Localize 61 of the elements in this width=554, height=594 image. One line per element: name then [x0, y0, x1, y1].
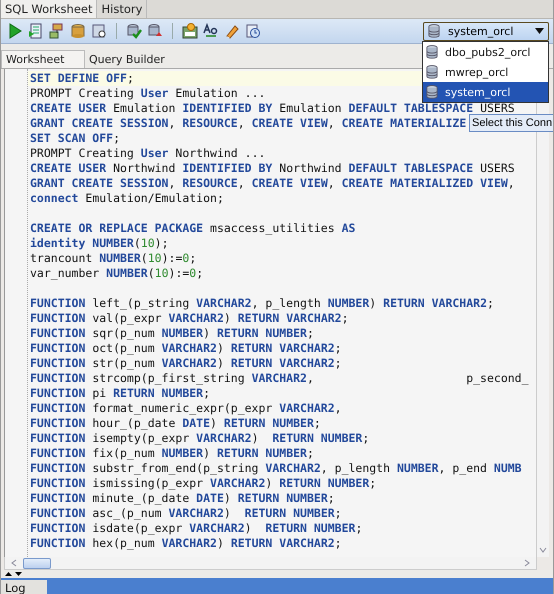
code-line: FUNCTION strcomp(p_first_string VARCHAR2, p_second_: [30, 371, 529, 385]
code-line: FUNCTION isdate(p_expr VARCHAR2) RETURN NUMBER;: [30, 521, 362, 535]
panel-tab[interactable]: History: [97, 0, 148, 18]
code-line: var_number NUMBER(10):=0;: [30, 266, 204, 280]
code-line: GRANT CREATE SESSION, RESOURCE, CREATE VIEW, CREATE MATERIALIZE: [30, 116, 466, 130]
trace-icon[interactable]: [49, 23, 65, 39]
code-line: FUNCTION minute_(p_date DATE) RETURN NUMBER;: [30, 491, 335, 505]
scroll-thumb[interactable]: [23, 558, 51, 568]
code-line: connect Emulation/Emulation;: [30, 191, 224, 205]
run-icon[interactable]: [7, 23, 23, 39]
connection-option[interactable]: mwrep_orcl: [423, 62, 548, 82]
database-icon: [428, 24, 440, 38]
code-line: FUNCTION ismissing(p_expr VARCHAR2) RETURN NUMBER;: [30, 476, 376, 490]
tooltip: Select this Conn: [469, 114, 553, 132]
commit-icon[interactable]: [126, 23, 142, 39]
code-line: identity NUMBER(10);: [30, 236, 169, 250]
code-line: FUNCTION left_(p_string VARCHAR2, p_length NUMBER) RETURN VARCHAR2;: [30, 296, 494, 310]
code-line: FUNCTION fix(p_num NUMBER) RETURN NUMBER;: [30, 446, 314, 460]
database-icon: [426, 65, 438, 79]
horizontal-scrollbar[interactable]: [4, 557, 537, 570]
code-line: PROMPT Creating User Emulation ...: [30, 86, 266, 100]
database-stack-icon[interactable]: [70, 23, 86, 39]
code-line: PROMPT Creating User Northwind ...: [30, 146, 266, 160]
connection-option[interactable]: system_orcl: [423, 82, 548, 102]
rollback-icon[interactable]: [147, 23, 163, 39]
database-search-icon[interactable]: [91, 23, 107, 39]
scroll-right-icon[interactable]: [524, 559, 530, 567]
database-icon: [426, 85, 438, 99]
code-line: FUNCTION hex(p_num VARCHAR2) RETURN VARCHAR2;: [30, 536, 342, 550]
script-icon[interactable]: [28, 23, 44, 39]
code-line: FUNCTION pi RETURN NUMBER;: [30, 386, 210, 400]
code-line: GRANT CREATE SESSION, RESOURCE, CREATE VIEW, CREATE MATERIALIZED VIEW,: [30, 176, 515, 190]
code-line: FUNCTION substr_from_end(p_string VARCHAR2, p_length NUMBER, p_end NUMB: [30, 461, 522, 475]
code-line: FUNCTION str(p_num VARCHAR2) RETURN VARCHAR2;: [30, 356, 342, 370]
database-icon: [426, 45, 438, 59]
connection-option[interactable]: dbo_pubs2_orcl: [423, 42, 548, 62]
code-line: FUNCTION val(p_expr VARCHAR2) RETURN VARCHAR2;: [30, 311, 349, 325]
editor-tab[interactable]: Query Builder: [85, 51, 173, 68]
eraser-icon[interactable]: [224, 23, 240, 39]
caret-icon: [535, 28, 544, 34]
code-line: CREATE USER Northwind IDENTIFIED BY Northwind DEFAULT TABLESPACE USERS: [30, 161, 515, 175]
scroll-down-icon[interactable]: [539, 547, 547, 553]
code-line: FUNCTION asc_(p_num VARCHAR2) RETURN NUMBER;: [30, 506, 342, 520]
code-line: CREATE USER Emulation IDENTIFIED BY Emulation DEFAULT TABLESPACE USERS: [30, 101, 515, 115]
code-line: trancount NUMBER(10):=0;: [30, 251, 196, 265]
panel-tab[interactable]: SQL Worksheet: [1, 0, 98, 18]
code-line: FUNCTION isempty(p_expr VARCHAR2) RETURN NUMBER;: [30, 431, 370, 445]
code-line: FUNCTION oct(p_num VARCHAR2) RETURN VARCHAR2;: [30, 341, 342, 355]
code-line: FUNCTION hour_(p_date DATE) RETURN NUMBER;: [30, 416, 321, 430]
scroll-left-icon[interactable]: [11, 559, 17, 567]
code-line: SET DEFINE OFF;: [30, 71, 134, 85]
editor-tab[interactable]: Worksheet: [1, 50, 85, 68]
connection-dropdown[interactable]: system_orcl: [423, 22, 549, 40]
sql-history-icon[interactable]: [182, 23, 198, 39]
code-line: FUNCTION sqr(p_num NUMBER) RETURN NUMBER;: [30, 326, 314, 340]
code-line: SET SCAN OFF;: [30, 131, 120, 145]
clock-document-icon[interactable]: [245, 23, 261, 39]
change-case-icon[interactable]: [203, 23, 219, 39]
code-line: CREATE OR REPLACE PACKAGE msaccess_utilities AS: [30, 221, 356, 235]
splitter-arrows-icon[interactable]: [4, 571, 24, 577]
code-line: FUNCTION format_numeric_expr(p_expr VARCHAR2,: [30, 401, 342, 415]
